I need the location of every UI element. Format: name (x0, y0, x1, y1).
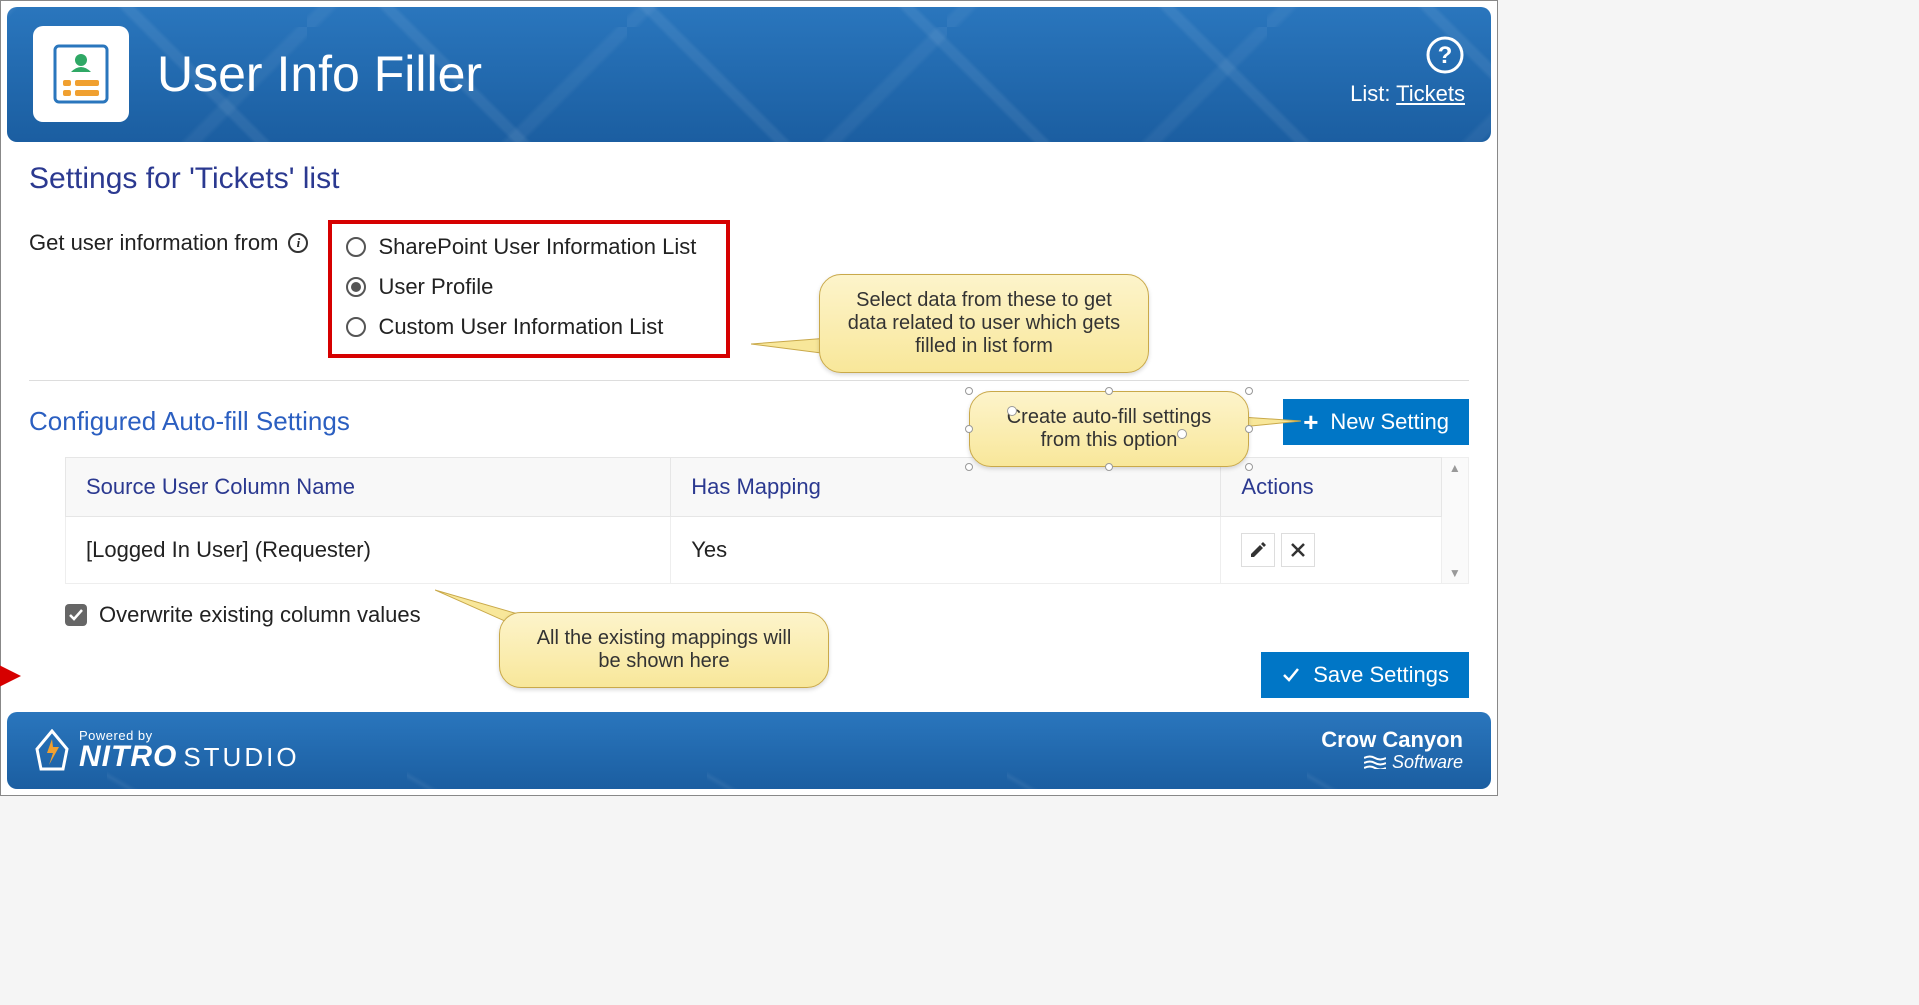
nitro-logo-icon (35, 729, 69, 771)
autofill-title: Configured Auto-fill Settings (29, 406, 350, 437)
app-icon (33, 26, 129, 122)
settings-title: Settings for 'Tickets' list (29, 162, 1469, 196)
overwrite-checkbox[interactable] (65, 604, 87, 626)
scroll-up[interactable]: ▲ (1442, 458, 1468, 478)
radio-user-profile[interactable]: User Profile (346, 274, 696, 300)
red-arrow-icon (0, 660, 23, 692)
col-source[interactable]: Source User Column Name (66, 457, 671, 516)
app-footer: Powered by NITRO STUDIO Crow Canyon Soft… (7, 712, 1491, 789)
callout-source-info: Select data from these to get data relat… (819, 274, 1149, 373)
company-software: Software (1364, 753, 1463, 771)
list-link[interactable]: Tickets (1396, 81, 1465, 106)
callout-new-setting: Create auto-fill settings from this opti… (969, 391, 1249, 467)
callout-mappings: All the existing mappings will be shown … (499, 612, 829, 688)
delete-button[interactable] (1281, 533, 1315, 567)
radio-custom-list[interactable]: Custom User Information List (346, 314, 696, 340)
brand-nitro: NITRO (79, 742, 177, 772)
list-prefix: List: (1350, 81, 1396, 106)
check-icon (68, 607, 84, 623)
wave-icon (1364, 755, 1386, 769)
callout-tail (751, 330, 829, 360)
new-setting-button[interactable]: + New Setting (1283, 399, 1469, 445)
table-row[interactable]: [Logged In User] (Requester) Yes (66, 516, 1442, 583)
source-options-box: SharePoint User Information List User Pr… (328, 220, 730, 358)
radio-button-selected-icon (346, 277, 366, 297)
radio-sharepoint-list[interactable]: SharePoint User Information List (346, 234, 696, 260)
overwrite-label: Overwrite existing column values (99, 602, 421, 628)
mappings-table-wrap: Source User Column Name Has Mapping Acti… (65, 457, 1469, 584)
app-header: User Info Filler ? List: Tickets (7, 7, 1491, 142)
radio-button-icon (346, 237, 366, 257)
source-label: Get user information from i (29, 220, 308, 256)
cell-mapping: Yes (671, 516, 1221, 583)
table-scrollbar: ▲ ▼ (1442, 457, 1469, 584)
pencil-icon (1249, 541, 1267, 559)
save-settings-button[interactable]: Save Settings (1261, 652, 1469, 698)
help-icon[interactable]: ? (1425, 35, 1465, 75)
plus-icon: + (1303, 409, 1318, 435)
edit-button[interactable] (1241, 533, 1275, 567)
cell-source: [Logged In User] (Requester) (66, 516, 671, 583)
check-icon (1281, 665, 1301, 685)
svg-text:?: ? (1438, 42, 1453, 69)
page-title: User Info Filler (157, 45, 482, 103)
col-actions: Actions (1221, 457, 1441, 516)
footer-left: Powered by NITRO STUDIO (35, 729, 300, 772)
mappings-table: Source User Column Name Has Mapping Acti… (65, 457, 1442, 584)
divider (29, 380, 1469, 381)
footer-right: Crow Canyon Software (1321, 729, 1463, 771)
radio-button-icon (346, 317, 366, 337)
cell-actions (1221, 516, 1441, 583)
scroll-down[interactable]: ▼ (1442, 563, 1468, 583)
header-right: ? List: Tickets (1350, 35, 1465, 107)
close-icon (1289, 541, 1307, 559)
info-icon[interactable]: i (288, 233, 308, 253)
company-name: Crow Canyon (1321, 729, 1463, 751)
list-indicator: List: Tickets (1350, 81, 1465, 107)
brand-studio: STUDIO (183, 744, 299, 770)
